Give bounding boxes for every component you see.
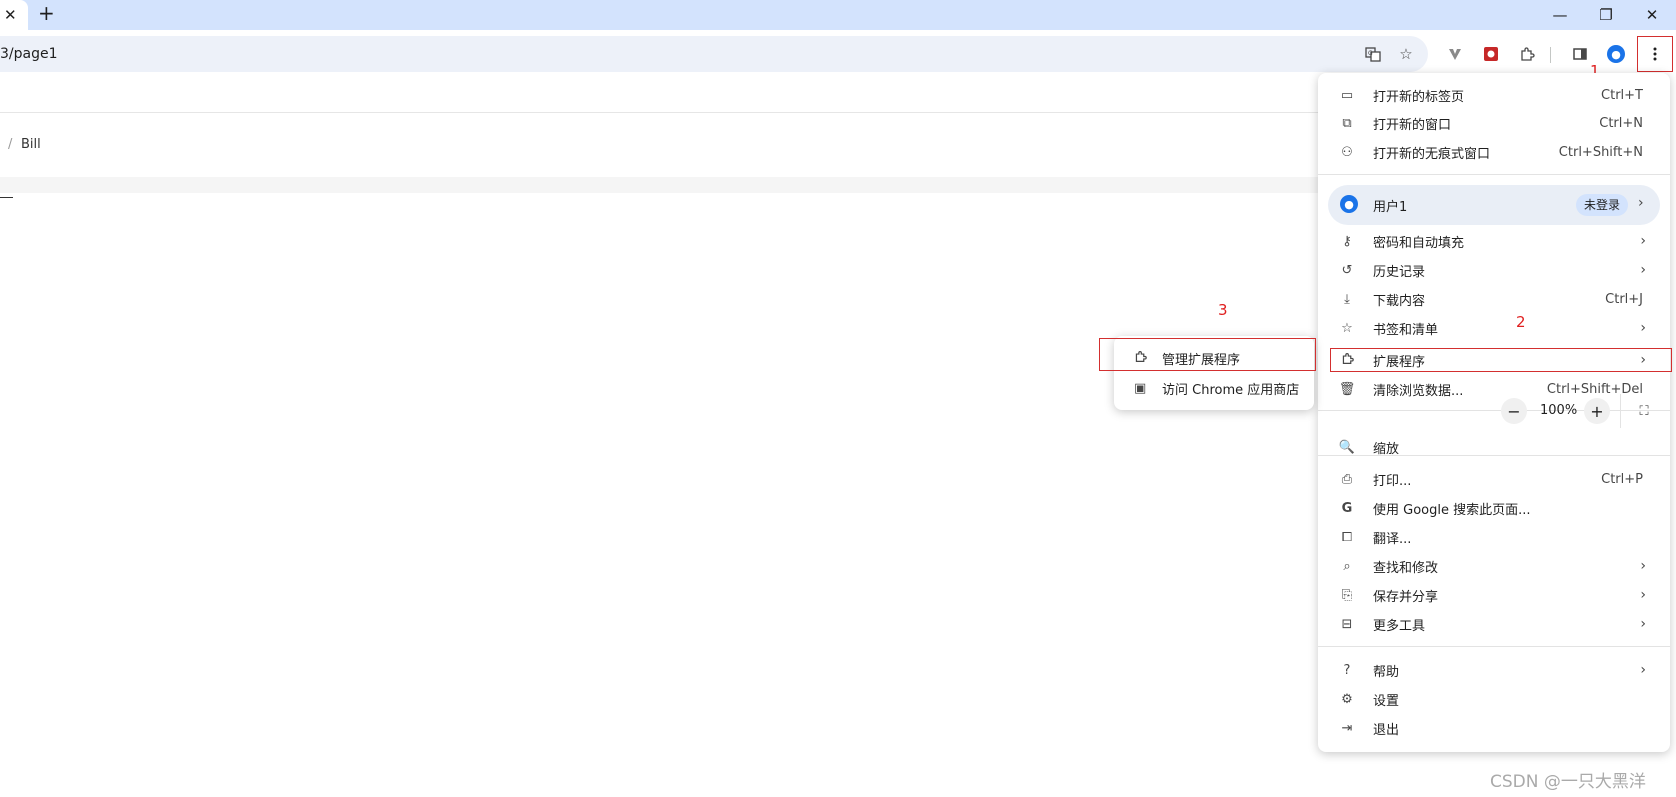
window-close-icon[interactable]: ✕ — [1632, 0, 1672, 30]
google-icon: G — [1341, 500, 1353, 516]
breadcrumb-item[interactable]: Bill — [21, 137, 41, 152]
menu-item-google-search[interactable]: G 使用 Google 搜索此页面... — [1318, 494, 1670, 522]
translate-icon: ⧠ — [1341, 529, 1353, 545]
web-store-icon: ▣ — [1134, 380, 1147, 396]
menu-item-more-tools[interactable]: ⊟ 更多工具 › — [1318, 610, 1670, 638]
translate-icon[interactable]: G — [1358, 39, 1388, 69]
annotation-box-extensions — [1330, 348, 1672, 372]
save-file-icon: ⎘ — [1341, 587, 1353, 603]
star-icon[interactable]: ☆ — [1391, 39, 1421, 69]
toolbox-icon: ⊟ — [1341, 616, 1353, 632]
menu-item-history[interactable]: ↺ 历史记录 › — [1318, 256, 1670, 284]
menu-item-exit[interactable]: ⇥ 退出 — [1318, 714, 1670, 742]
table-header-band — [0, 177, 1320, 193]
signin-status-badge: 未登录 — [1576, 194, 1629, 216]
avatar-icon[interactable]: ● — [1601, 39, 1631, 69]
chevron-right-icon: › — [1640, 320, 1646, 336]
download-icon: ⤓ — [1344, 291, 1350, 307]
menu-item-print[interactable]: ⎙ 打印... Ctrl+P — [1318, 465, 1670, 493]
zoom-out-button[interactable]: − — [1501, 398, 1527, 424]
restore-icon[interactable]: ❐ — [1586, 0, 1626, 30]
chevron-right-icon: › — [1640, 233, 1646, 249]
printer-icon: ⎙ — [1341, 471, 1353, 487]
chevron-right-icon: › — [1640, 262, 1646, 278]
exit-icon: ⇥ — [1341, 720, 1353, 736]
menu-divider — [1318, 646, 1670, 647]
menu-item-passwords[interactable]: ⚷ 密码和自动填充 › — [1318, 227, 1670, 255]
tab-close-icon[interactable]: ✕ — [4, 5, 17, 25]
fullscreen-icon[interactable]: ⛶ — [1631, 398, 1657, 424]
watermark: CSDN @一只大黑洋 — [1490, 772, 1646, 792]
zoom-level: 100% — [1540, 403, 1578, 418]
gear-icon: ⚙ — [1341, 691, 1353, 707]
menu-divider — [1318, 174, 1670, 175]
chevron-right-icon: › — [1640, 662, 1646, 678]
zoom-in-button[interactable]: + — [1584, 398, 1610, 424]
submenu-item-web-store[interactable]: ▣ 访问 Chrome 应用商店 — [1114, 374, 1314, 402]
trash-icon: 🗑 — [1338, 381, 1356, 397]
chevron-right-icon: › — [1640, 616, 1646, 632]
active-tab[interactable]: ✕ — [0, 0, 28, 30]
minimize-icon[interactable]: — — [1540, 0, 1580, 30]
chevron-right-icon: › — [1640, 558, 1646, 574]
menu-item-clear-data[interactable]: 🗑 清除浏览数据... Ctrl+Shift+Del — [1318, 375, 1670, 403]
new-tab-icon: ▭ — [1340, 87, 1354, 103]
menu-item-save-share[interactable]: ⎘ 保存并分享 › — [1318, 581, 1670, 609]
vimium-icon[interactable] — [1440, 39, 1470, 69]
find-page-icon: ⌕ — [1343, 558, 1351, 574]
new-window-icon: ⧉ — [1342, 115, 1352, 131]
menu-item-new-tab[interactable]: ▭ 打开新的标签页 Ctrl+T — [1318, 81, 1670, 109]
menu-item-bookmarks[interactable]: ☆ 书签和清单 › — [1318, 314, 1670, 342]
menu-item-incognito[interactable]: ⚇ 打开新的无痕式窗口 Ctrl+Shift+N — [1318, 138, 1670, 166]
toolbar-divider — [1550, 47, 1551, 63]
annotation-box-menu — [1637, 36, 1673, 72]
page-divider — [0, 112, 1320, 113]
zoom-divider — [1620, 394, 1621, 428]
menu-divider — [1318, 455, 1670, 456]
breadcrumb-separator: / — [8, 137, 13, 152]
menu-item-find-edit[interactable]: ⌕ 查找和修改 › — [1318, 552, 1670, 580]
chevron-right-icon: › — [1640, 587, 1646, 603]
url-text[interactable]: 3/page1 — [0, 46, 58, 62]
tab-strip: ✕ + — ❐ ✕ — [0, 0, 1676, 30]
menu-item-new-window[interactable]: ⧉ 打开新的窗口 Ctrl+N — [1318, 109, 1670, 137]
dash-mark — [0, 197, 13, 198]
menu-item-help[interactable]: ? 帮助 › — [1318, 656, 1670, 684]
svg-text:G: G — [1368, 50, 1373, 57]
menu-divider — [1318, 410, 1670, 411]
incognito-icon: ⚇ — [1341, 144, 1353, 160]
key-icon: ⚷ — [1342, 233, 1352, 249]
history-icon: ↺ — [1341, 262, 1353, 278]
menu-item-settings[interactable]: ⚙ 设置 — [1318, 685, 1670, 713]
person-icon: ● — [1340, 195, 1358, 213]
new-tab-icon[interactable]: + — [38, 3, 55, 23]
annotation-3: 3 — [1218, 301, 1228, 319]
annotation-box-manage-extensions — [1099, 338, 1316, 371]
menu-item-profile[interactable]: ● 用户1 未登录 › — [1328, 185, 1660, 225]
zoom-icon: 🔍 — [1338, 439, 1356, 455]
menu-item-downloads[interactable]: ⤓ 下载内容 Ctrl+J — [1318, 285, 1670, 313]
menu-item-translate[interactable]: ⧠ 翻译... — [1318, 523, 1670, 551]
red-extension-icon[interactable] — [1476, 39, 1506, 69]
address-bar[interactable]: 3/page1 — [0, 36, 1428, 72]
annotation-2: 2 — [1516, 313, 1526, 331]
chevron-right-icon: › — [1638, 195, 1644, 211]
puzzle-icon[interactable] — [1512, 39, 1542, 69]
chrome-main-menu: ▭ 打开新的标签页 Ctrl+T ⧉ 打开新的窗口 Ctrl+N ⚇ 打开新的无… — [1318, 73, 1672, 752]
star-icon: ☆ — [1341, 320, 1353, 336]
help-icon: ? — [1343, 662, 1351, 678]
menu-item-zoom: 🔍 缩放 — [1338, 439, 1400, 457]
